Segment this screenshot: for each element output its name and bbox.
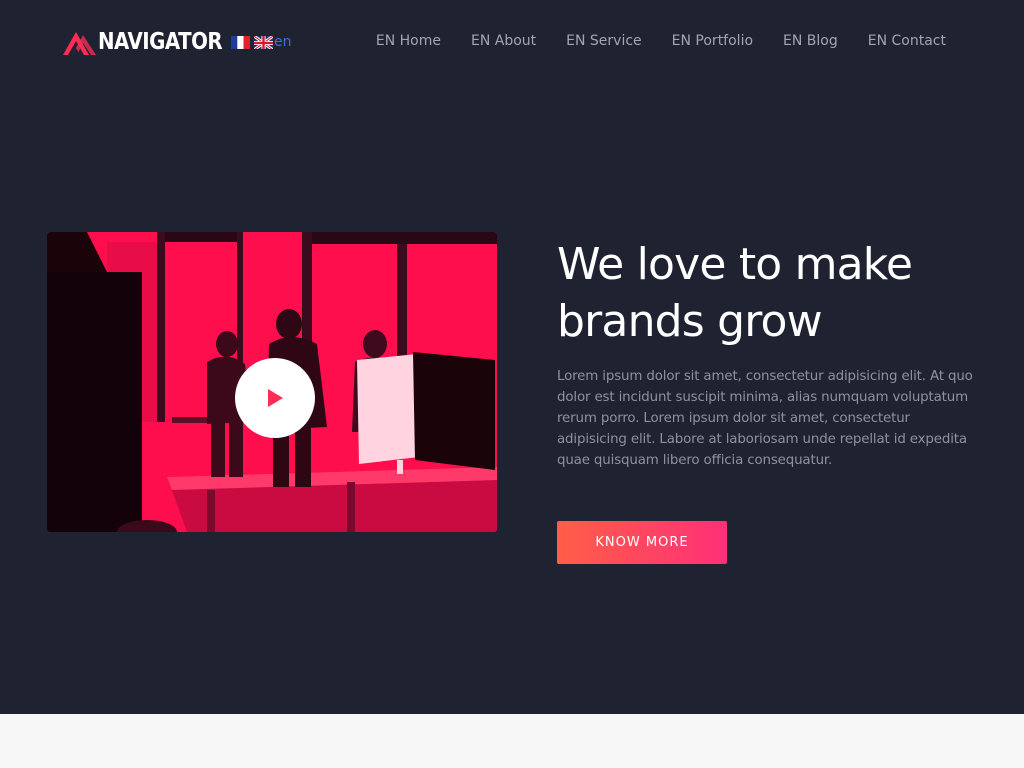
main-nav: EN Home EN About EN Service EN Portfolio… [376, 31, 946, 51]
nav-item-blog[interactable]: EN Blog [783, 31, 838, 51]
play-video-button[interactable] [235, 358, 315, 438]
nav-item-service[interactable]: EN Service [566, 31, 642, 51]
navigator-chevron-logo-icon [63, 32, 96, 55]
nav-item-portfolio[interactable]: EN Portfolio [672, 31, 753, 51]
language-code-link[interactable]: en [274, 34, 292, 50]
flag-fr-icon[interactable] [231, 35, 250, 49]
hero-section: NAVIGATOR en EN Home EN About EN Service… [0, 0, 1024, 714]
flag-uk-icon[interactable] [254, 35, 273, 49]
nav-item-contact[interactable]: EN Contact [868, 31, 946, 51]
hero-description: Lorem ipsum dolor sit amet, consectetur … [557, 369, 973, 468]
hero-headline: We love to make brands grow [557, 239, 913, 347]
know-more-button[interactable]: KNOW MORE [557, 521, 727, 564]
next-section [0, 714, 1024, 768]
nav-item-home[interactable]: EN Home [376, 31, 441, 51]
play-icon [268, 389, 283, 407]
nav-item-about[interactable]: EN About [471, 31, 536, 51]
language-switcher: en [231, 34, 292, 50]
brand-logo[interactable]: NAVIGATOR [63, 28, 242, 56]
brand-name: NAVIGATOR [98, 29, 223, 55]
